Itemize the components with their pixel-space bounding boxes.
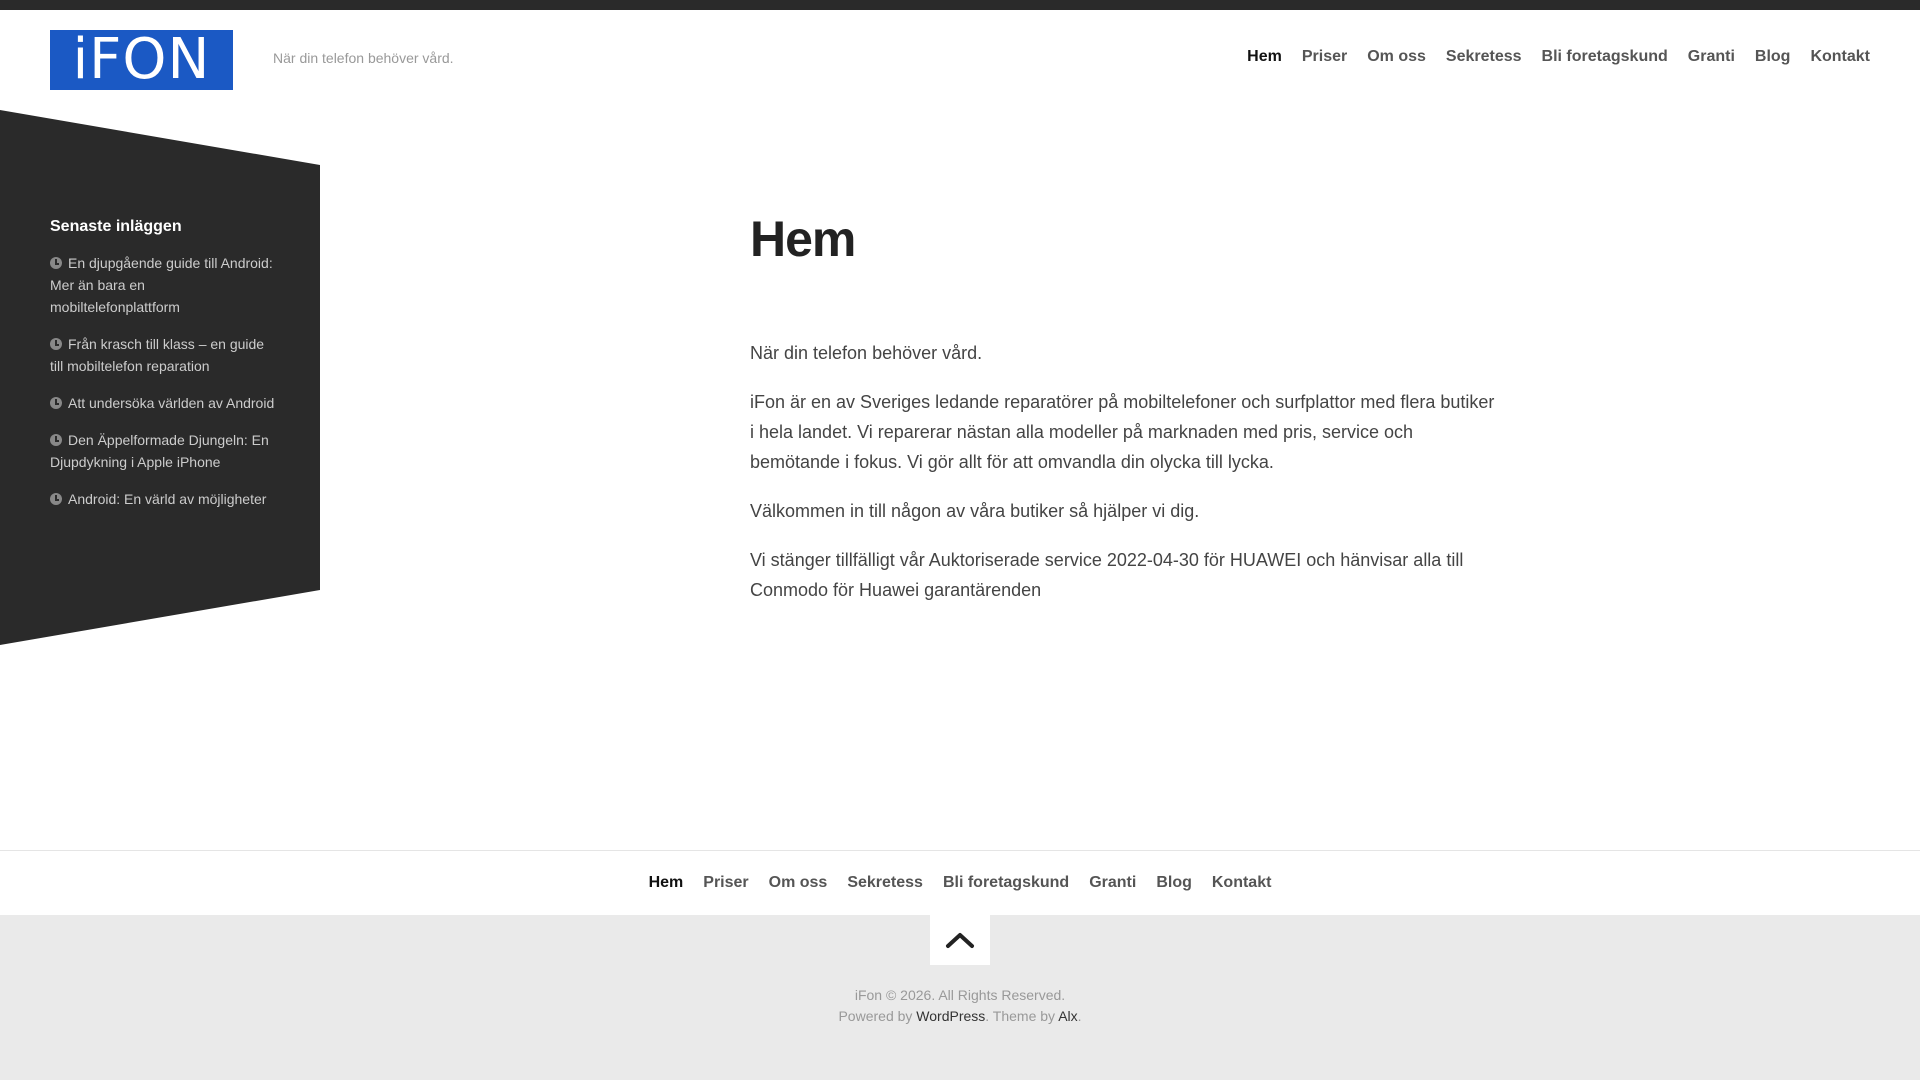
theme-suffix: . bbox=[1077, 1008, 1082, 1024]
nav-item-blog[interactable]: Blog bbox=[1755, 48, 1791, 66]
main-content: Hem När din telefon behöver vård. iFon ä… bbox=[750, 210, 1500, 624]
footer-credits: iFon © 2026. All Rights Reserved. Powere… bbox=[0, 985, 1920, 1027]
content-paragraph: Välkommen in till någon av våra butiker … bbox=[750, 501, 1200, 521]
widget-title: Senaste inläggen bbox=[50, 218, 182, 235]
list-item: Från krasch till klass – en guide till m… bbox=[50, 333, 275, 377]
footer-nav-item-priser[interactable]: Priser bbox=[703, 874, 748, 892]
post-link[interactable]: Android: En värld av möjligheter bbox=[68, 491, 266, 507]
list-item: Android: En värld av möjligheter bbox=[50, 488, 275, 510]
site-header: iFON När din telefon behöver vård. Hem P… bbox=[0, 10, 1920, 110]
nav-item-kontakt[interactable]: Kontakt bbox=[1810, 48, 1870, 66]
footer-nav-item-bli-foretagskund[interactable]: Bli foretagskund bbox=[943, 874, 1069, 892]
copyright-text: iFon © 2026. All Rights Reserved. bbox=[854, 987, 1066, 1003]
site-tagline: När din telefon behöver vård. bbox=[273, 50, 454, 66]
powered-by-line: Powered by WordPress. Theme by Alx. bbox=[0, 1006, 1920, 1027]
site-footer: iFon © 2026. All Rights Reserved. Powere… bbox=[0, 915, 1920, 1080]
list-item: Den Äppelformade Djungeln: En Djupdyknin… bbox=[50, 429, 275, 473]
recent-posts-list: En djupgående guide till Android: Mer än… bbox=[50, 252, 275, 510]
clock-icon bbox=[50, 397, 62, 409]
nav-item-hem[interactable]: Hem bbox=[1247, 48, 1282, 66]
wordpress-link[interactable]: WordPress bbox=[916, 1008, 985, 1024]
list-item: En djupgående guide till Android: Mer än… bbox=[50, 252, 275, 318]
nav-item-priser[interactable]: Priser bbox=[1302, 48, 1347, 66]
list-item: Att undersöka världen av Android bbox=[50, 392, 275, 414]
theme-author-link[interactable]: Alx bbox=[1058, 1008, 1077, 1024]
nav-item-om-oss[interactable]: Om oss bbox=[1367, 48, 1426, 66]
footer-nav-item-sekretess[interactable]: Sekretess bbox=[847, 874, 923, 892]
logo-text: iFON bbox=[72, 27, 211, 92]
clock-icon bbox=[50, 434, 62, 446]
content-paragraph: iFon är en av Sveriges ledande reparatör… bbox=[750, 392, 1495, 472]
post-link[interactable]: En djupgående guide till Android: Mer än… bbox=[50, 255, 273, 315]
clock-icon bbox=[50, 338, 62, 350]
nav-item-sekretess[interactable]: Sekretess bbox=[1446, 48, 1522, 66]
content-paragraph: När din telefon behöver vård. bbox=[750, 343, 983, 363]
content-paragraph: Vi stänger tillfälligt vår Auktoriserade… bbox=[750, 550, 1464, 600]
top-bar bbox=[0, 0, 1920, 10]
chevron-up-icon bbox=[946, 933, 974, 948]
main-nav: Hem Priser Om oss Sekretess Bli foretags… bbox=[1247, 48, 1870, 66]
footer-nav-item-hem[interactable]: Hem bbox=[649, 874, 684, 892]
back-to-top-button[interactable] bbox=[930, 915, 990, 965]
post-link[interactable]: Den Äppelformade Djungeln: En Djupdyknin… bbox=[50, 432, 269, 470]
page-title: Hem bbox=[750, 211, 856, 267]
nav-item-granti[interactable]: Granti bbox=[1688, 48, 1735, 66]
footer-nav: Hem Priser Om oss Sekretess Bli foretags… bbox=[0, 850, 1920, 915]
footer-nav-item-om-oss[interactable]: Om oss bbox=[769, 874, 828, 892]
post-link[interactable]: Att undersöka världen av Android bbox=[68, 395, 274, 411]
footer-nav-item-blog[interactable]: Blog bbox=[1156, 874, 1192, 892]
sidebar-recent-posts: Senaste inläggen En djupgående guide til… bbox=[50, 218, 275, 525]
powered-prefix: Powered by bbox=[838, 1008, 917, 1024]
footer-nav-item-granti[interactable]: Granti bbox=[1089, 874, 1136, 892]
post-link[interactable]: Från krasch till klass – en guide till m… bbox=[50, 336, 264, 374]
footer-nav-item-kontakt[interactable]: Kontakt bbox=[1212, 874, 1272, 892]
theme-prefix: . Theme by bbox=[985, 1008, 1059, 1024]
site-logo[interactable]: iFON bbox=[50, 30, 233, 90]
clock-icon bbox=[50, 493, 62, 505]
nav-item-bli-foretagskund[interactable]: Bli foretagskund bbox=[1542, 48, 1668, 66]
clock-icon bbox=[50, 257, 62, 269]
